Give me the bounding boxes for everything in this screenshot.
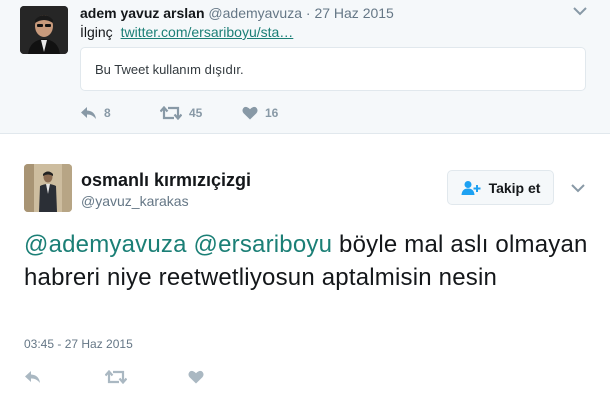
mention-link[interactable]: @ersariboyu — [194, 231, 333, 258]
tweet-text: İlginç twitter.com/ersariboyu/sta… — [80, 24, 293, 40]
chevron-down-icon[interactable] — [571, 4, 589, 18]
follow-button[interactable]: Takip et — [447, 170, 554, 205]
retweet-icon — [160, 106, 182, 120]
display-name[interactable]: adem yavuz arslan — [80, 5, 205, 21]
reply-icon — [81, 107, 96, 119]
retweet-button[interactable] — [105, 368, 127, 386]
withheld-tweet-notice: Bu Tweet kullanım dışıdır. — [80, 47, 586, 91]
tweet-timestamp[interactable]: 03:45 - 27 Haz 2015 — [24, 337, 133, 351]
chevron-down-icon[interactable] — [569, 181, 587, 195]
reply-button[interactable] — [24, 368, 41, 386]
follow-label: Takip et — [488, 179, 541, 196]
parent-tweet[interactable]: adem yavuz arslan @ademyavuza · 27 Haz 2… — [0, 0, 610, 134]
tweet-header: adem yavuz arslan @ademyavuza · 27 Haz 2… — [80, 5, 394, 21]
avatar-image — [24, 164, 72, 212]
reply-icon — [25, 371, 40, 383]
tweet-text-prefix: İlginç — [80, 24, 113, 40]
heart-icon — [242, 106, 258, 120]
like-button[interactable]: 16 — [242, 104, 278, 122]
reply-button[interactable]: 8 — [80, 104, 111, 122]
retweet-count: 45 — [189, 106, 203, 120]
like-button[interactable] — [188, 368, 204, 386]
like-count: 16 — [265, 106, 279, 120]
retweet-button[interactable]: 45 — [160, 104, 202, 122]
display-name[interactable]: osmanlı kırmızıçizgi — [81, 170, 251, 191]
avatar[interactable] — [20, 6, 68, 54]
mention-link[interactable]: @ademyavuza — [24, 231, 187, 258]
reply-count: 8 — [104, 106, 111, 120]
heart-icon — [188, 370, 204, 384]
retweet-icon — [105, 370, 127, 384]
avatar-image — [20, 6, 68, 54]
separator: · — [305, 5, 311, 21]
tweet-link[interactable]: twitter.com/ersariboyu/sta… — [121, 24, 294, 40]
tweet-text: @ademyavuza @ersariboyu böyle mal aslı o… — [24, 228, 594, 294]
tweet-date[interactable]: 27 Haz 2015 — [314, 5, 393, 21]
avatar[interactable] — [24, 164, 72, 212]
follow-user-icon — [461, 180, 481, 195]
username[interactable]: @yavuz_karakas — [81, 193, 189, 209]
username[interactable]: @ademyavuza — [208, 5, 302, 21]
